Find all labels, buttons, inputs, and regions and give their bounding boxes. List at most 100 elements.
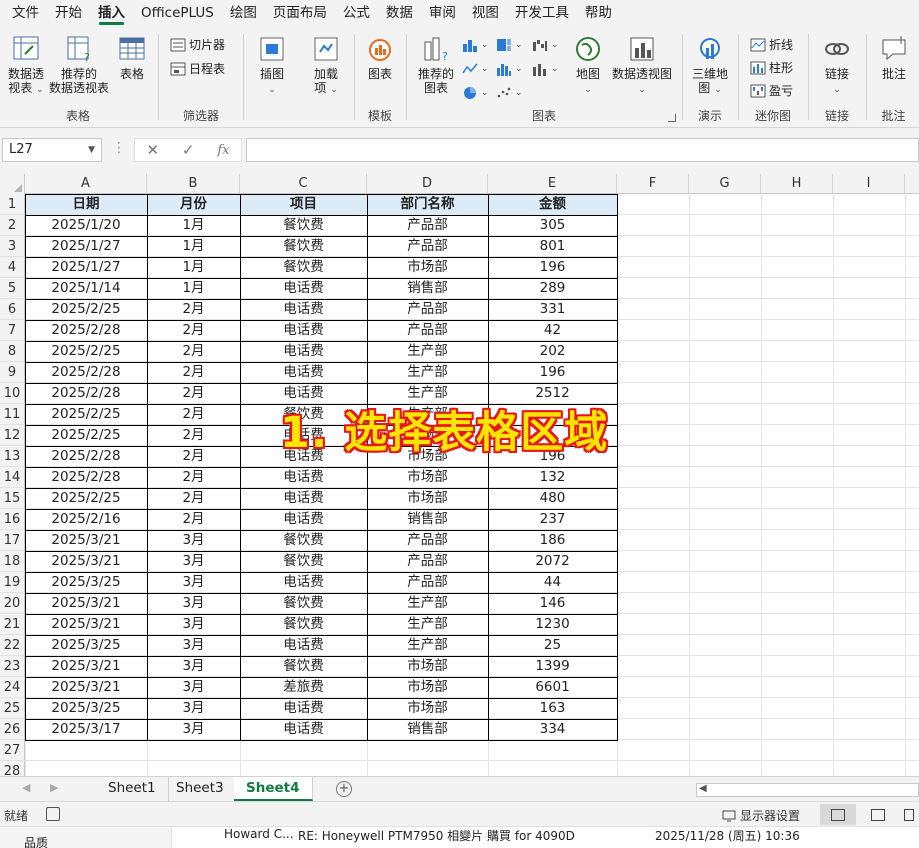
- table-cell[interactable]: 25: [488, 635, 617, 656]
- table-cell[interactable]: 3月: [147, 530, 240, 551]
- table-cell[interactable]: 电话费: [240, 278, 367, 299]
- row-header[interactable]: 9: [0, 362, 25, 383]
- table-cell[interactable]: 42: [488, 320, 617, 341]
- chevron-down-icon[interactable]: ▼: [88, 139, 95, 161]
- table-cell[interactable]: 2025/3/25: [25, 698, 147, 719]
- row-header[interactable]: 28: [0, 761, 25, 776]
- table-cell[interactable]: 差旅费: [240, 677, 367, 698]
- table-cell[interactable]: 生产部: [367, 593, 488, 614]
- table-cell[interactable]: 市场部: [367, 677, 488, 698]
- pie-chart-button[interactable]: ⌄: [462, 86, 489, 100]
- menu-tab-6[interactable]: 公式: [335, 0, 378, 26]
- table-cell[interactable]: 市场部: [367, 656, 488, 677]
- table-cell[interactable]: 销售部: [367, 278, 488, 299]
- template-chart-button[interactable]: 图表: [362, 34, 398, 81]
- row-header[interactable]: 25: [0, 698, 25, 719]
- row-header[interactable]: 6: [0, 299, 25, 320]
- line-chart-button[interactable]: ⌄: [462, 62, 489, 76]
- row-header[interactable]: 23: [0, 656, 25, 677]
- column-header[interactable]: B: [147, 174, 240, 194]
- table-cell[interactable]: 生产部: [367, 362, 488, 383]
- table-cell[interactable]: 2025/2/28: [25, 320, 147, 341]
- table-cell[interactable]: 331: [488, 299, 617, 320]
- row-header[interactable]: 13: [0, 446, 25, 467]
- normal-view-button[interactable]: [820, 804, 856, 825]
- group-addins[interactable]: 加载 项 ⌄: [300, 30, 352, 126]
- table-cell[interactable]: 2025/3/25: [25, 635, 147, 656]
- scatter-chart-button[interactable]: ⌄: [496, 86, 523, 100]
- table-cell[interactable]: 44: [488, 572, 617, 593]
- menu-tab-7[interactable]: 数据: [378, 0, 421, 26]
- table-cell[interactable]: 电话费: [240, 341, 367, 362]
- insert-function-icon[interactable]: fx: [217, 143, 229, 158]
- add-sheet-button[interactable]: +: [336, 781, 352, 797]
- table-cell[interactable]: 2025/1/27: [25, 257, 147, 278]
- table-cell[interactable]: 2月: [147, 509, 240, 530]
- table-cell[interactable]: 2月: [147, 467, 240, 488]
- table-cell[interactable]: 餐饮费: [240, 656, 367, 677]
- row-header[interactable]: 21: [0, 614, 25, 635]
- row-header[interactable]: 8: [0, 341, 25, 362]
- 3d-map-button[interactable]: 三维地 图 ⌄: [688, 34, 732, 97]
- row-header[interactable]: 14: [0, 467, 25, 488]
- table-cell[interactable]: 196: [488, 362, 617, 383]
- row-header[interactable]: 15: [0, 488, 25, 509]
- slicer-button[interactable]: 切片器: [170, 36, 225, 53]
- table-cell[interactable]: 196: [488, 257, 617, 278]
- table-cell[interactable]: 电话费: [240, 719, 367, 740]
- table-cell[interactable]: 3月: [147, 656, 240, 677]
- menu-tab-2[interactable]: 插入: [90, 0, 133, 26]
- sparkline-winloss-button[interactable]: 盈亏: [750, 82, 793, 99]
- table-cell[interactable]: 市场部: [367, 257, 488, 278]
- table-cell[interactable]: 电话费: [240, 698, 367, 719]
- recommended-charts-button[interactable]: ? 推荐的 图表: [414, 34, 458, 95]
- column-header[interactable]: F: [617, 174, 689, 194]
- table-cell[interactable]: 市场部: [367, 488, 488, 509]
- sparkline-line-button[interactable]: 折线: [750, 36, 793, 53]
- column-header[interactable]: G: [689, 174, 761, 194]
- row-header[interactable]: 20: [0, 593, 25, 614]
- table-cell[interactable]: 电话费: [240, 467, 367, 488]
- table-cell[interactable]: 餐饮费: [240, 551, 367, 572]
- macro-record-icon[interactable]: [46, 807, 60, 821]
- table-cell[interactable]: 3月: [147, 551, 240, 572]
- table-cell[interactable]: 餐饮费: [240, 593, 367, 614]
- table-cell[interactable]: 2025/2/25: [25, 341, 147, 362]
- table-cell[interactable]: 2月: [147, 425, 240, 446]
- table-cell[interactable]: 2025/1/20: [25, 215, 147, 236]
- table-cell[interactable]: 餐饮费: [240, 215, 367, 236]
- addins-button[interactable]: 加载 项 ⌄: [306, 34, 346, 97]
- table-cell[interactable]: 801: [488, 236, 617, 257]
- table-cell[interactable]: 2月: [147, 383, 240, 404]
- spreadsheet-grid[interactable]: ABCDEFGHI 1 2 3 4 5 6 7 8 9 10 11 12 13 14 15 16 17 18 19 2…: [0, 174, 919, 776]
- table-cell[interactable]: 销售部: [367, 719, 488, 740]
- comment-button[interactable]: 批注: [876, 34, 912, 81]
- row-header[interactable]: 1: [0, 194, 25, 215]
- table-cell[interactable]: 2025/2/28: [25, 446, 147, 467]
- table-cell[interactable]: 132: [488, 467, 617, 488]
- table-cell[interactable]: 2月: [147, 299, 240, 320]
- menu-tab-10[interactable]: 开发工具: [507, 0, 577, 26]
- table-cell[interactable]: 2025/2/25: [25, 488, 147, 509]
- table-cell[interactable]: 1月: [147, 278, 240, 299]
- row-header[interactable]: 5: [0, 278, 25, 299]
- table-cell[interactable]: 2月: [147, 404, 240, 425]
- hierarchy-chart-button[interactable]: ⌄: [496, 38, 523, 52]
- table-cell[interactable]: 电话费: [240, 572, 367, 593]
- table-cell[interactable]: 1月: [147, 236, 240, 257]
- table-cell[interactable]: 2025/2/28: [25, 467, 147, 488]
- table-cell[interactable]: 2025/2/25: [25, 299, 147, 320]
- row-header[interactable]: 7: [0, 320, 25, 341]
- table-cell[interactable]: 480: [488, 488, 617, 509]
- table-cell[interactable]: 1月: [147, 215, 240, 236]
- table-cell[interactable]: 餐饮费: [240, 530, 367, 551]
- table-cell[interactable]: 3月: [147, 572, 240, 593]
- table-cell[interactable]: 生产部: [367, 614, 488, 635]
- menu-tab-11[interactable]: 帮助: [577, 0, 620, 26]
- table-cell[interactable]: 生产部: [367, 341, 488, 362]
- table-cell[interactable]: 产品部: [367, 530, 488, 551]
- table-cell[interactable]: 2072: [488, 551, 617, 572]
- table-cell[interactable]: 6601: [488, 677, 617, 698]
- next-sheet-icon[interactable]: ▶: [50, 781, 58, 794]
- table-cell[interactable]: 2025/3/17: [25, 719, 147, 740]
